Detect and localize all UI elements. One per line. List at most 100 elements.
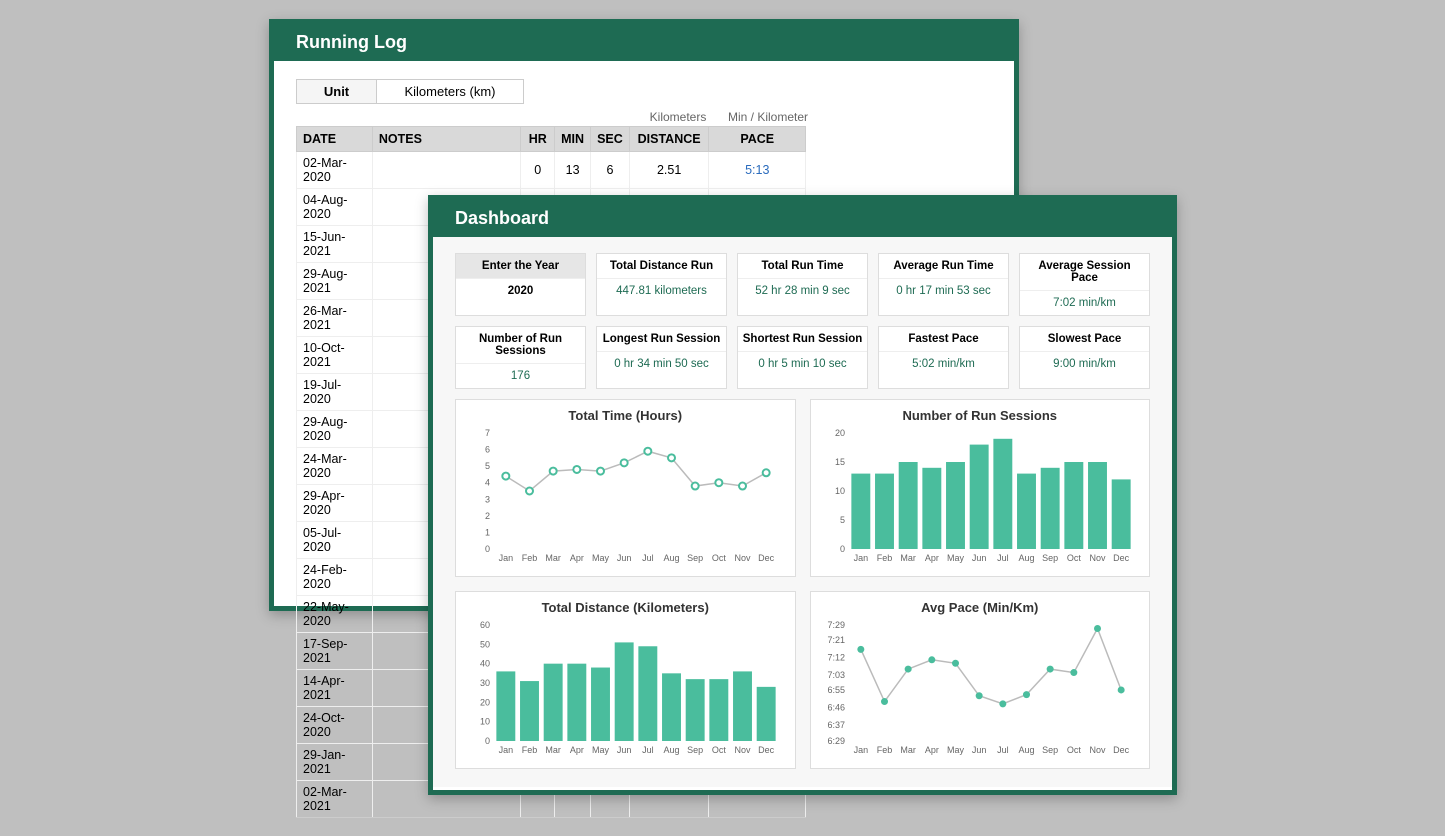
card-value[interactable]: 2020 <box>456 279 585 303</box>
chart-title: Total Distance (Kilometers) <box>464 600 787 615</box>
cell-date[interactable]: 24-Mar-2020 <box>297 448 373 485</box>
hint-pace: Min / Kilometer <box>718 110 818 124</box>
svg-text:May: May <box>592 745 610 755</box>
svg-text:Apr: Apr <box>570 553 584 563</box>
stat-card: Fastest Pace5:02 min/km <box>878 326 1009 389</box>
cell-date[interactable]: 26-Mar-2021 <box>297 300 373 337</box>
unit-selector[interactable]: Unit Kilometers (km) <box>296 79 524 104</box>
svg-text:20: 20 <box>480 697 490 707</box>
svg-text:Nov: Nov <box>734 745 751 755</box>
svg-text:6:46: 6:46 <box>827 702 845 712</box>
chart-total-distance: Total Distance (Kilometers)0102030405060… <box>455 591 796 769</box>
cell-distance[interactable]: 2.51 <box>629 152 709 189</box>
svg-text:Sep: Sep <box>687 553 703 563</box>
card-label: Slowest Pace <box>1020 327 1149 352</box>
cell-pace[interactable]: 5:13 <box>709 152 806 189</box>
svg-text:Sep: Sep <box>1042 745 1058 755</box>
dashboard-body: Enter the Year2020Total Distance Run447.… <box>433 237 1172 787</box>
col-pace: PACE <box>709 127 806 152</box>
cell-date[interactable]: 29-Jan-2021 <box>297 744 373 781</box>
cell-hr[interactable]: 0 <box>521 152 555 189</box>
card-label: Longest Run Session <box>597 327 726 352</box>
cell-date[interactable]: 14-Apr-2021 <box>297 670 373 707</box>
svg-text:5: 5 <box>839 515 844 525</box>
cell-date[interactable]: 22-May-2020 <box>297 596 373 633</box>
svg-text:Aug: Aug <box>663 745 679 755</box>
cell-sec[interactable]: 6 <box>591 152 630 189</box>
svg-text:6:55: 6:55 <box>827 685 845 695</box>
card-label: Number of Run Sessions <box>456 327 585 364</box>
svg-text:May: May <box>946 553 964 563</box>
stat-card: Longest Run Session0 hr 34 min 50 sec <box>596 326 727 389</box>
svg-text:7:29: 7:29 <box>827 620 845 630</box>
cell-date[interactable]: 29-Apr-2020 <box>297 485 373 522</box>
cell-date[interactable]: 24-Oct-2020 <box>297 707 373 744</box>
cell-date[interactable]: 17-Sep-2021 <box>297 633 373 670</box>
card-value: 7:02 min/km <box>1020 291 1149 315</box>
cell-date[interactable]: 29-Aug-2020 <box>297 411 373 448</box>
card-value: 52 hr 28 min 9 sec <box>738 279 867 303</box>
col-notes: NOTES <box>372 127 520 152</box>
card-value: 447.81 kilometers <box>597 279 726 303</box>
svg-text:Feb: Feb <box>522 553 538 563</box>
card-label: Fastest Pace <box>879 327 1008 352</box>
svg-text:30: 30 <box>480 678 490 688</box>
svg-text:7:21: 7:21 <box>827 635 845 645</box>
cell-date[interactable]: 02-Mar-2021 <box>297 781 373 818</box>
unit-value[interactable]: Kilometers (km) <box>377 80 523 103</box>
svg-text:Mar: Mar <box>900 553 916 563</box>
svg-text:Sep: Sep <box>1042 553 1058 563</box>
svg-text:15: 15 <box>834 457 844 467</box>
cell-date[interactable]: 02-Mar-2020 <box>297 152 373 189</box>
svg-text:Jun: Jun <box>971 553 986 563</box>
svg-text:Jun: Jun <box>617 553 632 563</box>
stat-card: Total Run Time52 hr 28 min 9 sec <box>737 253 868 316</box>
table-row[interactable]: 02-Mar-2020 01362.515:13 <box>297 152 806 189</box>
card-label: Average Run Time <box>879 254 1008 279</box>
cell-date[interactable]: 04-Aug-2020 <box>297 189 373 226</box>
svg-text:Jul: Jul <box>997 745 1009 755</box>
cell-date[interactable]: 05-Jul-2020 <box>297 522 373 559</box>
stat-card: Average Run Time0 hr 17 min 53 sec <box>878 253 1009 316</box>
svg-text:Jun: Jun <box>971 745 986 755</box>
cell-date[interactable]: 15-Jun-2021 <box>297 226 373 263</box>
svg-text:Dec: Dec <box>1113 553 1130 563</box>
cell-date[interactable]: 24-Feb-2020 <box>297 559 373 596</box>
chart-avg-pace: Avg Pace (Min/Km)6:296:376:466:557:037:1… <box>810 591 1151 769</box>
svg-text:1: 1 <box>485 527 490 537</box>
svg-text:Feb: Feb <box>876 745 892 755</box>
svg-text:May: May <box>946 745 964 755</box>
svg-text:Dec: Dec <box>758 745 775 755</box>
svg-text:7:12: 7:12 <box>827 652 845 662</box>
svg-text:Oct: Oct <box>1066 745 1081 755</box>
col-hr: HR <box>521 127 555 152</box>
svg-text:Mar: Mar <box>900 745 916 755</box>
svg-text:10: 10 <box>834 486 844 496</box>
year-input-card: Enter the Year2020 <box>455 253 586 316</box>
svg-text:7:03: 7:03 <box>827 670 845 680</box>
svg-text:Dec: Dec <box>1113 745 1130 755</box>
running-log-title: Running Log <box>274 24 1014 61</box>
svg-text:Nov: Nov <box>734 553 751 563</box>
chart-total-time: Total Time (Hours)01234567JanFebMarAprMa… <box>455 399 796 577</box>
svg-text:Jul: Jul <box>642 553 654 563</box>
cell-notes[interactable] <box>372 152 520 189</box>
hint-distance: Kilometers <box>638 110 718 124</box>
stat-card: Number of Run Sessions176 <box>455 326 586 389</box>
stat-card: Average Session Pace7:02 min/km <box>1019 253 1150 316</box>
chart-run-sessions: Number of Run Sessions05101520JanFebMarA… <box>810 399 1151 577</box>
stat-cards-row-1: Enter the Year2020Total Distance Run447.… <box>455 253 1150 316</box>
svg-text:Dec: Dec <box>758 553 775 563</box>
cell-date[interactable]: 19-Jul-2020 <box>297 374 373 411</box>
svg-text:6:29: 6:29 <box>827 736 845 746</box>
col-sec: SEC <box>591 127 630 152</box>
svg-text:5: 5 <box>485 461 490 471</box>
dashboard-title: Dashboard <box>433 200 1172 237</box>
cell-date[interactable]: 29-Aug-2021 <box>297 263 373 300</box>
log-header-row: DATE NOTES HR MIN SEC DISTANCE PACE <box>297 127 806 152</box>
svg-text:4: 4 <box>485 478 490 488</box>
svg-text:Aug: Aug <box>1018 553 1034 563</box>
cell-date[interactable]: 10-Oct-2021 <box>297 337 373 374</box>
svg-text:Jul: Jul <box>997 553 1009 563</box>
cell-min[interactable]: 13 <box>555 152 591 189</box>
